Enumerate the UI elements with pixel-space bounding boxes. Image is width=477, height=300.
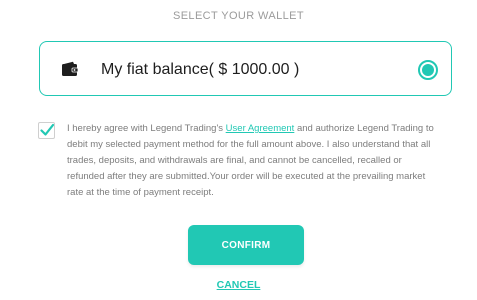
radio-selected-dot (422, 64, 434, 76)
confirm-button[interactable]: CONFIRM (188, 225, 304, 265)
cancel-link[interactable]: CANCEL (0, 279, 477, 291)
wallet-radio-button[interactable] (418, 60, 438, 80)
wallet-option-card[interactable]: My fiat balance( $ 1000.00 ) (39, 41, 452, 96)
agreement-checkbox[interactable] (38, 122, 55, 139)
wallet-icon (61, 61, 79, 77)
wallet-section-title: SELECT YOUR WALLET (172, 10, 305, 22)
agreement-text-before: I hereby agree with Legend Trading's (67, 123, 226, 134)
wallet-option-label: My fiat balance( $ 1000.00 ) (101, 61, 300, 78)
agreement-text: I hereby agree with Legend Trading's Use… (67, 121, 439, 201)
checkmark-icon (40, 123, 55, 137)
agreement-text-after: and authorize Legend Trading to debit my… (67, 123, 434, 198)
user-agreement-link[interactable]: User Agreement (226, 123, 295, 134)
